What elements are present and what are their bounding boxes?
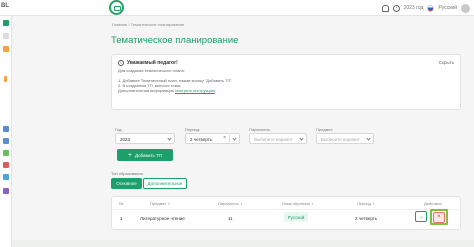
period-label: Период: [185, 127, 201, 132]
page-title: Тематическое планирование [111, 35, 239, 46]
menu-icon[interactable] [3, 33, 9, 39]
open-plan-button[interactable]: → [415, 211, 427, 222]
tab-additional-education[interactable]: Дополнительное [143, 178, 187, 189]
column-header-period[interactable]: Период ⇕ [357, 201, 375, 206]
tab-main-education[interactable]: Основное [111, 178, 142, 189]
chevron-down-icon [167, 136, 172, 141]
footer-band [12, 240, 474, 247]
notice-line: Для создания тематического плана: [118, 68, 185, 73]
parallel-label: Параллель: [249, 127, 271, 132]
logo-icon[interactable] [109, 0, 124, 15]
flag-icon [427, 4, 435, 12]
year-value: 2023 [120, 137, 131, 142]
column-header-actions: Действия [424, 201, 442, 206]
row-num: 1 [120, 216, 123, 221]
monitor-icon[interactable] [3, 20, 9, 26]
education-type-label: Тип образования [111, 171, 143, 176]
sort-icon: ⇕ [167, 202, 171, 206]
notice-more: Дополнительная информация смотреть инстр… [118, 88, 454, 93]
column-header-language[interactable]: Язык обучения ⇕ [282, 201, 314, 206]
bell-icon[interactable] [381, 4, 389, 12]
breadcrumb-current: Тематическое планирование [127, 22, 184, 27]
divider [112, 209, 460, 210]
add-plan-button[interactable]: + Добавить ТП [117, 149, 173, 161]
column-header-subject[interactable]: Предмет ⇕ [150, 201, 170, 206]
column-header-parallel[interactable]: Параллель ⇕ [218, 201, 243, 206]
sort-icon: ⇕ [239, 202, 243, 206]
row-parallel: 11 [228, 216, 233, 221]
sort-icon: ⇕ [310, 202, 314, 206]
subject-label: Предмет: [316, 127, 334, 132]
instruction-link[interactable]: смотреть инструкцию [175, 88, 215, 93]
building-icon[interactable] [3, 126, 9, 132]
plus-icon: + [127, 151, 132, 159]
separator [229, 135, 230, 142]
help-icon[interactable]: ? [392, 4, 400, 12]
brand-text: BL [1, 3, 9, 9]
subject-select[interactable]: Выберите вариант [316, 133, 374, 144]
top-header: BL ? 2023 год Русский [0, 0, 474, 16]
chevron-down-icon [232, 136, 237, 141]
subject-placeholder: Выберите вариант [321, 137, 360, 142]
collapse-button[interactable]: Скрыть [439, 60, 454, 65]
chart-icon[interactable] [3, 162, 9, 168]
notice-panel: i Уважаемый педагог! Скрыть Для создания… [111, 54, 461, 110]
row-subject: Литературное чтение [140, 216, 185, 221]
period-select[interactable]: 2 четверть × [185, 133, 240, 144]
row-period: 2 четверть [355, 216, 378, 221]
parallel-placeholder: Выберите вариант [254, 137, 293, 142]
plus-icon[interactable] [4, 76, 7, 82]
chevron-down-icon [299, 136, 304, 141]
notice-more-text: Дополнительная информация [118, 88, 174, 93]
year-label: Год: [115, 127, 123, 132]
arrow-right-icon: → [418, 213, 424, 220]
clear-icon[interactable]: × [223, 135, 226, 141]
add-plan-label: Добавить ТП [134, 152, 163, 158]
info-icon: i [118, 59, 124, 66]
year-select[interactable]: 2023 [115, 133, 175, 144]
period-value: 2 четверть [190, 137, 213, 142]
table-icon[interactable] [3, 174, 9, 180]
avatar[interactable] [461, 3, 470, 13]
calendar-icon[interactable] [3, 138, 9, 144]
year-selector[interactable]: 2023 год [404, 5, 424, 11]
apps-icon[interactable] [3, 188, 9, 194]
chevron-down-icon [366, 136, 371, 141]
breadcrumb-home[interactable]: Главная [112, 22, 127, 27]
notice-title: Уважаемый педагог! [127, 59, 178, 66]
language-selector[interactable]: Русский [438, 5, 457, 11]
header-actions: ? 2023 год Русский [381, 3, 470, 13]
delete-plan-button[interactable]: × [430, 209, 448, 225]
row-language-badge: Русский [284, 212, 308, 222]
plans-table: № Предмет ⇕ Параллель ⇕ Язык обучения ⇕ … [111, 196, 461, 230]
column-header-num: № [119, 201, 124, 206]
folder-icon[interactable] [3, 46, 9, 52]
sort-icon: ⇕ [372, 202, 376, 206]
breadcrumb: ГлавнаяТематическое планирование [112, 22, 184, 27]
parallel-select[interactable]: Выберите вариант [249, 133, 307, 144]
sidebar [0, 16, 12, 247]
close-icon: × [433, 211, 445, 223]
grid-icon[interactable] [3, 150, 9, 156]
